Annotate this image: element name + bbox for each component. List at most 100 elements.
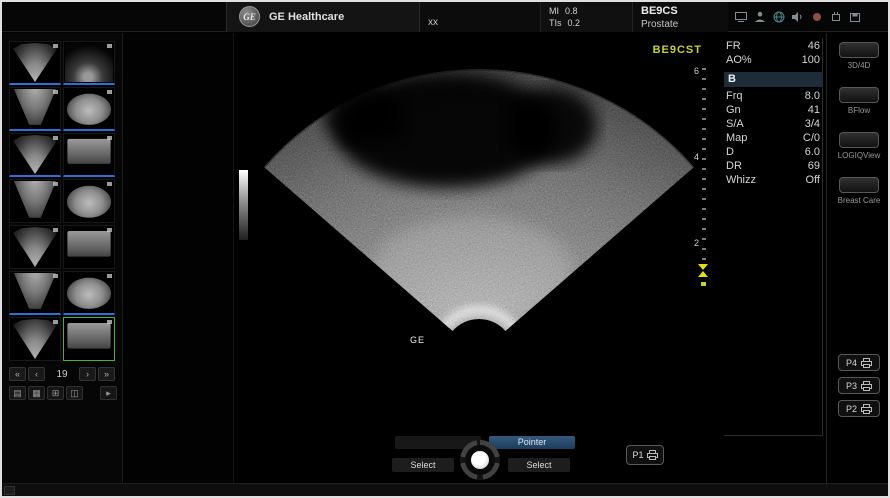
thumbnail[interactable] xyxy=(9,179,61,223)
ultrasound-console-screen: GE GE Healthcare xx MI 0.8 TIs 0.2 BE9CS… xyxy=(0,0,890,498)
p1-print-button[interactable]: P1 xyxy=(626,445,664,465)
select-left-softkey[interactable]: Select xyxy=(392,458,454,472)
param-label: Whizz xyxy=(726,174,756,188)
tis-label: TIs xyxy=(549,18,562,28)
tis-value: 0.2 xyxy=(568,18,581,28)
brand-name: GE Healthcare xyxy=(269,11,344,23)
thumbnail[interactable] xyxy=(63,133,115,177)
mi-value: 0.8 xyxy=(565,6,578,16)
p4-label: P4 xyxy=(846,358,857,368)
mi-label: MI xyxy=(549,6,559,16)
thumbnail[interactable] xyxy=(63,317,115,361)
status-icon-tray xyxy=(728,2,888,32)
grayscale-bar xyxy=(239,170,248,240)
display-icon xyxy=(734,10,748,24)
p4-print-button[interactable]: P4 xyxy=(838,354,880,371)
ao-value: 100 xyxy=(802,54,820,68)
filmstrip-spacer xyxy=(124,33,234,483)
thumbnail[interactable] xyxy=(9,317,61,361)
next-page-button[interactable]: › xyxy=(79,367,96,381)
parameter-row: D6.0 xyxy=(726,146,820,160)
thumbnail[interactable] xyxy=(9,41,61,85)
layout-tool-icon[interactable]: ▤ xyxy=(9,386,26,400)
record-icon xyxy=(810,10,824,24)
thumbnail[interactable] xyxy=(9,87,61,131)
parameter-row: DR69 xyxy=(726,160,820,174)
image-preset-label: BE9CST xyxy=(638,44,702,56)
panel-divider xyxy=(724,435,823,436)
param-label: S/A xyxy=(726,118,744,132)
ultrasound-image xyxy=(234,34,724,364)
bottom-status-bar xyxy=(2,483,888,496)
acoustic-output-row: AO% 100 xyxy=(726,54,820,68)
panel-divider xyxy=(826,33,827,483)
thumbnail[interactable] xyxy=(63,225,115,269)
p1-label: P1 xyxy=(632,450,643,460)
p2-label: P2 xyxy=(846,404,857,414)
param-label: Map xyxy=(726,132,747,146)
brand-panel: GE GE Healthcare xyxy=(226,2,420,32)
printer-icon xyxy=(861,358,872,368)
param-value: 8.0 xyxy=(805,90,820,104)
mode-button-breastcare[interactable] xyxy=(839,177,879,193)
mode-button-logiqview[interactable] xyxy=(839,132,879,148)
storage-icon xyxy=(848,10,862,24)
param-value: Off xyxy=(806,174,820,188)
patient-id-text: xx xyxy=(428,17,438,28)
param-label: D xyxy=(726,146,734,160)
parameter-row: Frq8.0 xyxy=(726,90,820,104)
add-tool-icon[interactable]: ⊞ xyxy=(47,386,64,400)
thumbnail[interactable] xyxy=(9,271,61,315)
mode-button-label: BFlow xyxy=(828,106,890,115)
param-label: DR xyxy=(726,160,742,174)
patient-id-field[interactable]: xx xyxy=(420,2,540,32)
frame-rate-row: FR 46 xyxy=(726,40,820,54)
thumbnail-pager: « ‹ 19 › » xyxy=(9,367,115,381)
acoustic-output-panel: MI 0.8 TIs 0.2 xyxy=(540,2,632,32)
depth-tick-label: 6 xyxy=(686,66,699,76)
last-page-button[interactable]: » xyxy=(98,367,115,381)
pointer-softkey[interactable]: Pointer xyxy=(489,436,575,449)
title-bar: GE GE Healthcare xx MI 0.8 TIs 0.2 BE9CS… xyxy=(2,2,888,32)
depth-ruler xyxy=(702,68,706,260)
network-icon xyxy=(772,10,786,24)
first-page-button[interactable]: « xyxy=(9,367,26,381)
focus-dot-icon xyxy=(701,282,706,286)
mode-button-label: 3D/4D xyxy=(828,61,890,70)
param-value: 3/4 xyxy=(805,118,820,132)
p3-print-button[interactable]: P3 xyxy=(838,377,880,394)
parameter-row: Whizz Off xyxy=(726,174,820,188)
select-right-softkey[interactable]: Select xyxy=(508,458,570,472)
printer-icon xyxy=(861,404,872,414)
ge-logo-icon: GE xyxy=(239,6,260,27)
compare-tool-icon[interactable]: ◫ xyxy=(66,386,83,400)
thumbnail[interactable] xyxy=(9,133,61,177)
grid-tool-icon[interactable]: ▦ xyxy=(28,386,45,400)
thumbnail[interactable] xyxy=(63,179,115,223)
expand-clipboard-icon[interactable]: ▸ xyxy=(100,386,117,400)
parameter-row: S/A 3/4 xyxy=(726,118,820,132)
thumbnail[interactable] xyxy=(63,271,115,315)
mode-button-column: 3D/4D BFlow LOGIQView Breast Care xyxy=(828,42,890,222)
printer-icon xyxy=(861,381,872,391)
thumbnail-grid xyxy=(9,41,117,361)
prev-page-button[interactable]: ‹ xyxy=(28,367,45,381)
thumbnail[interactable] xyxy=(63,41,115,85)
thumbnail[interactable] xyxy=(9,225,61,269)
mode-indicator: B xyxy=(724,72,823,87)
parameter-row: Gn41 xyxy=(726,104,820,118)
parameter-list: Frq8.0 Gn41 S/A3/4 MapC/0 D6.0 DR69 Whiz… xyxy=(726,90,820,188)
print-button-column: P4 P3 P2 xyxy=(828,354,890,417)
probe-orientation-mark: GE xyxy=(410,335,425,345)
p2-print-button[interactable]: P2 xyxy=(838,400,880,417)
thumbnail[interactable] xyxy=(63,87,115,131)
probe-panel[interactable]: BE9CS Prostate xyxy=(632,2,728,32)
probe-name: BE9CS xyxy=(641,5,678,17)
bottom-corner-button[interactable] xyxy=(4,486,15,495)
depth-tick-label: 4 xyxy=(686,152,699,162)
trackball[interactable] xyxy=(460,440,500,480)
fr-value: 46 xyxy=(808,40,820,54)
mode-button-bflow[interactable] xyxy=(839,87,879,103)
mode-button-3d4d[interactable] xyxy=(839,42,879,58)
exam-preset: Prostate xyxy=(641,19,678,30)
